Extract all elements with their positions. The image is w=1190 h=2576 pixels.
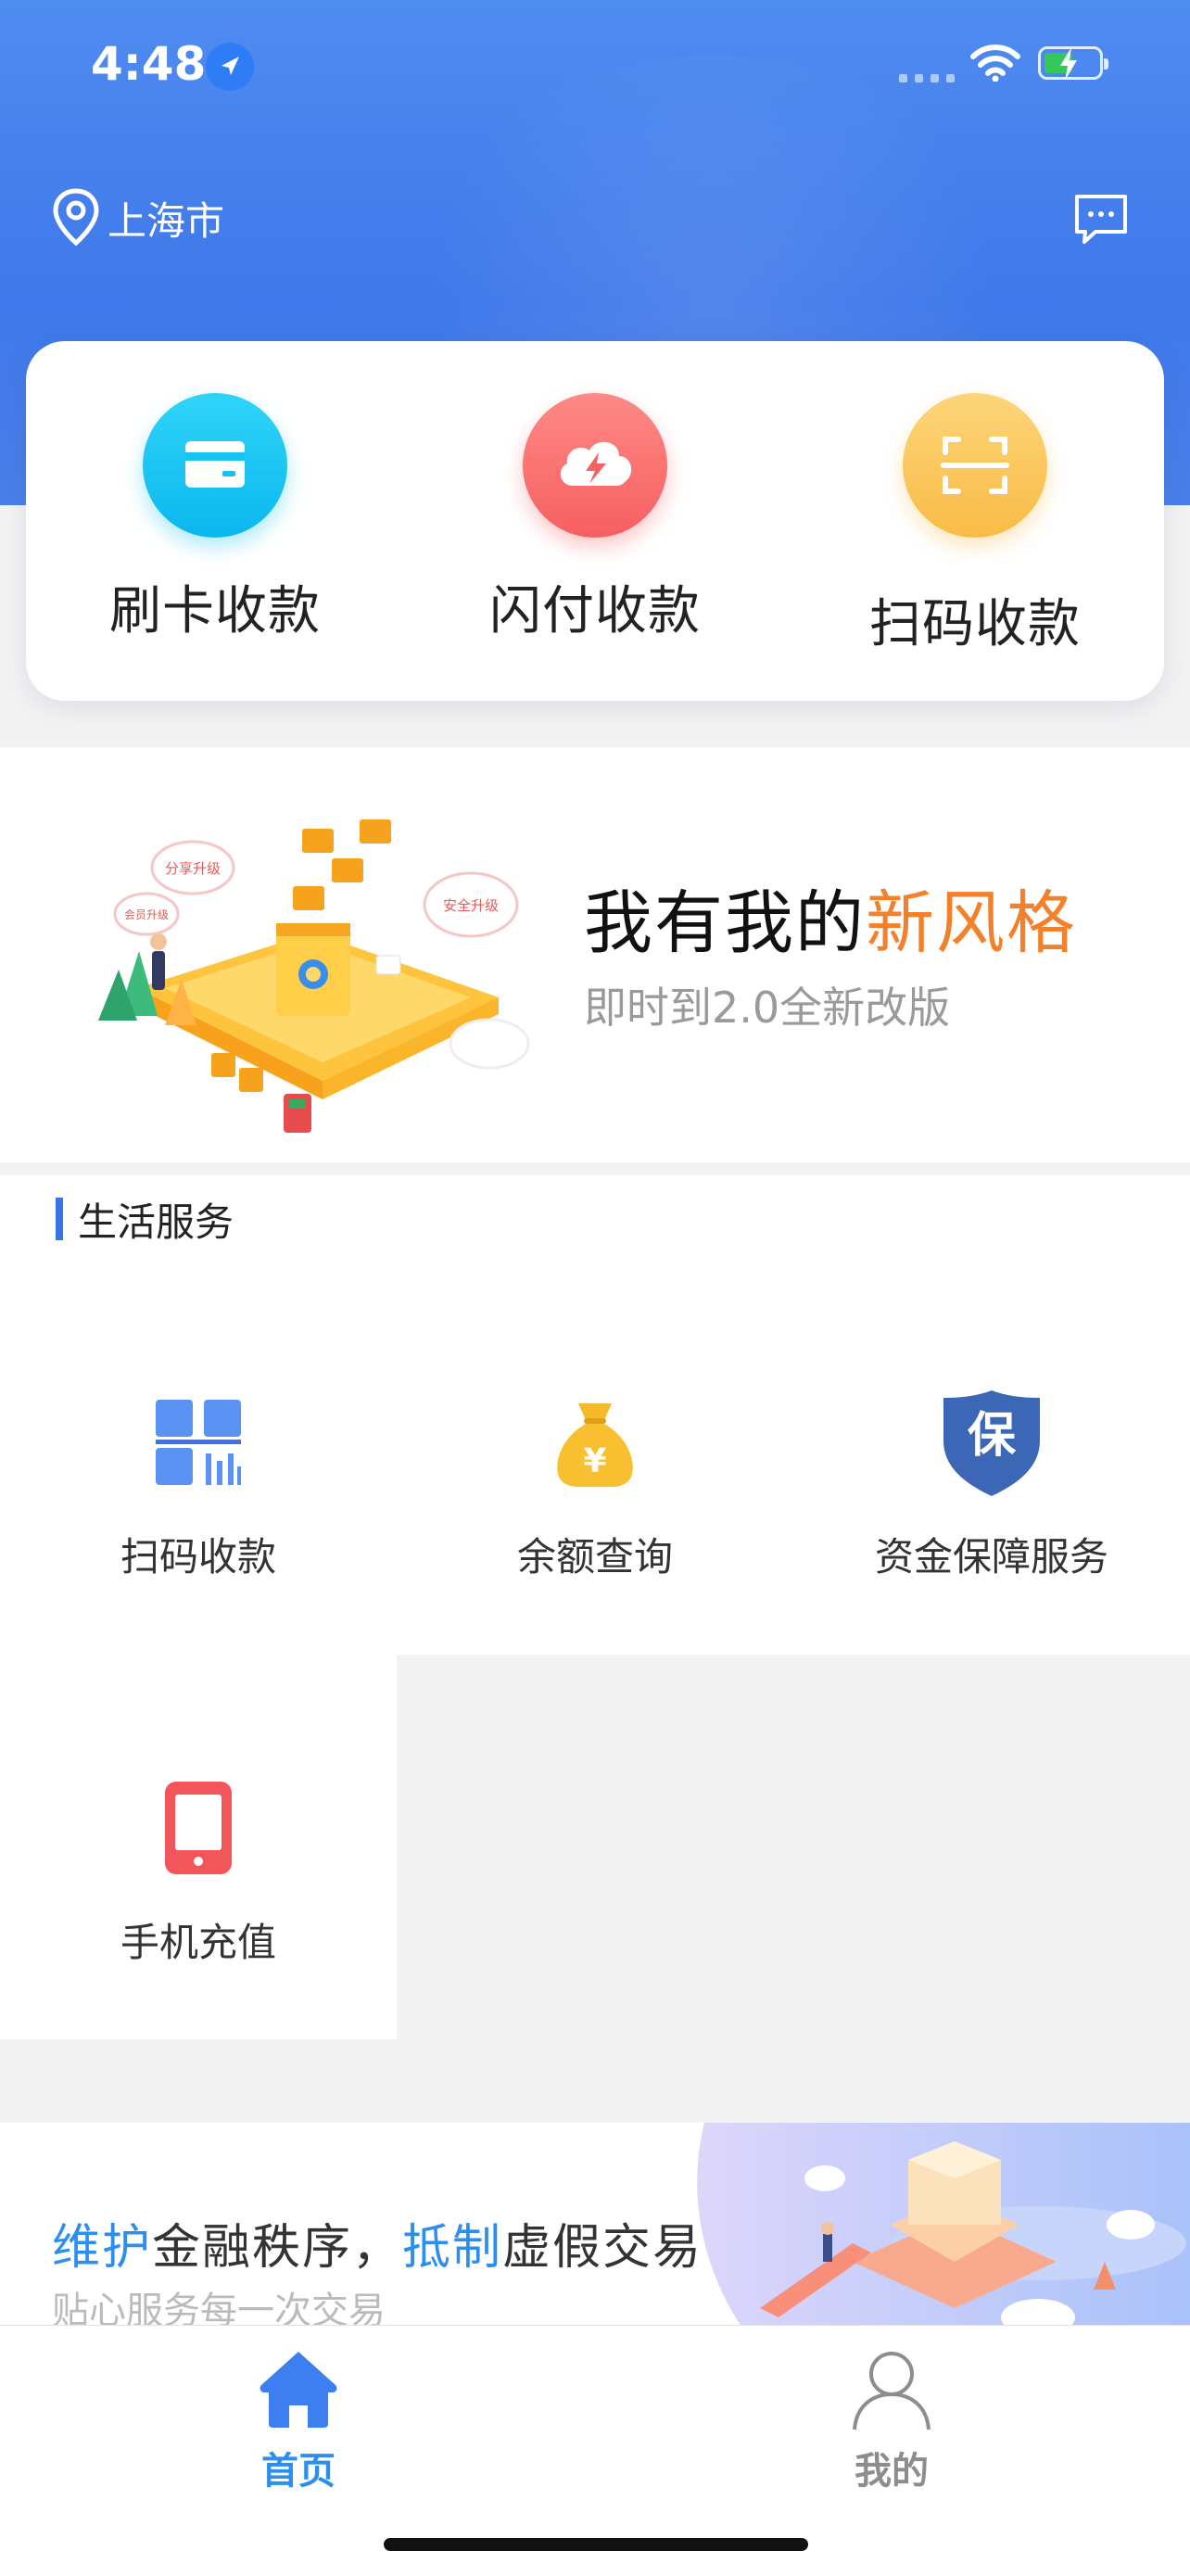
banner-title: 维护金融秩序，抵制虚假交易 [52,2220,703,2276]
shield-icon: 保 [936,1387,1047,1498]
banner-subtitle: 贴心服务每一次交易 [52,2290,386,2327]
art-label: 安全升级 [443,897,499,914]
section-heading: 生活服务 [56,1196,234,1245]
service-label: 手机充值 [120,1920,276,1965]
quick-action-label: 扫码收款 [869,594,1081,654]
messages-icon[interactable] [1071,191,1131,247]
location-services-icon [206,43,254,91]
art-label: 会员升级 [124,908,169,921]
service-label: 资金保障服务 [874,1534,1108,1580]
phone-icon [143,1772,254,1884]
quick-action-card-payment[interactable]: 刷卡收款 [76,393,354,644]
service-balance-inquiry[interactable]: ¥ 余额查询 [397,1387,793,1582]
life-services-section: 生活服务 扫码收款 ¥ 余额查询 保 资金保障服务 [0,1175,1190,1655]
city-selector[interactable]: 上海市 [48,185,224,250]
cloud-flash-icon [523,393,667,538]
banner-illustration [697,2123,1190,2327]
promo-banner[interactable]: 分享升级 安全升级 会员升级 我有我的新风格 即时到2.0全新改版 [0,747,1190,1162]
card-icon [143,393,287,538]
quick-actions-card: 刷卡收款 闪付收款 扫码收款 [26,341,1164,701]
home-indicator[interactable] [384,2538,808,2551]
scan-frame-icon [903,393,1047,538]
section-title: 生活服务 [78,1199,234,1245]
service-label: 余额查询 [516,1534,673,1580]
tab-label: 首页 [261,2450,335,2493]
wifi-icon [969,43,1021,85]
quick-action-label: 闪付收款 [489,581,701,641]
svg-text:保: 保 [968,1408,1017,1464]
cellular-signal-icon [899,74,956,83]
service-label: 扫码收款 [120,1534,276,1580]
user-icon [853,2352,930,2430]
service-scan-payment[interactable]: 扫码收款 [0,1387,397,1582]
svg-text:¥: ¥ [583,1442,606,1480]
tab-label: 我的 [855,2450,929,2493]
money-bag-icon: ¥ [539,1387,651,1498]
life-services-row-2: 手机充值 [0,1655,397,2039]
quick-action-scan-payment[interactable]: 扫码收款 [836,393,1114,657]
promo-subtitle: 即时到2.0全新改版 [584,983,951,1033]
promo-title: 我有我的新风格 [584,883,1077,963]
anti-fraud-banner[interactable]: 维护金融秩序，抵制虚假交易 贴心服务每一次交易 [0,2123,1190,2327]
service-fund-protection[interactable]: 保 资金保障服务 [793,1387,1190,1582]
service-phone-recharge[interactable]: 手机充值 [0,1772,397,1968]
city-name: 上海市 [108,197,225,244]
quick-action-label: 刷卡收款 [109,581,321,641]
location-pin-icon [48,185,104,250]
tab-home[interactable]: 首页 [206,2344,391,2494]
quick-action-flash-payment[interactable]: 闪付收款 [456,393,734,644]
status-bar: 4:48 [0,0,1190,134]
status-time: 4:48 [91,37,207,91]
promo-illustration: 分享升级 安全升级 会员升级 [98,819,530,1133]
tab-mine[interactable]: 我的 [799,2344,984,2494]
qr-code-icon [143,1387,254,1498]
art-label: 分享升级 [165,860,221,877]
battery-icon [1038,46,1108,81]
home-icon [260,2352,337,2428]
